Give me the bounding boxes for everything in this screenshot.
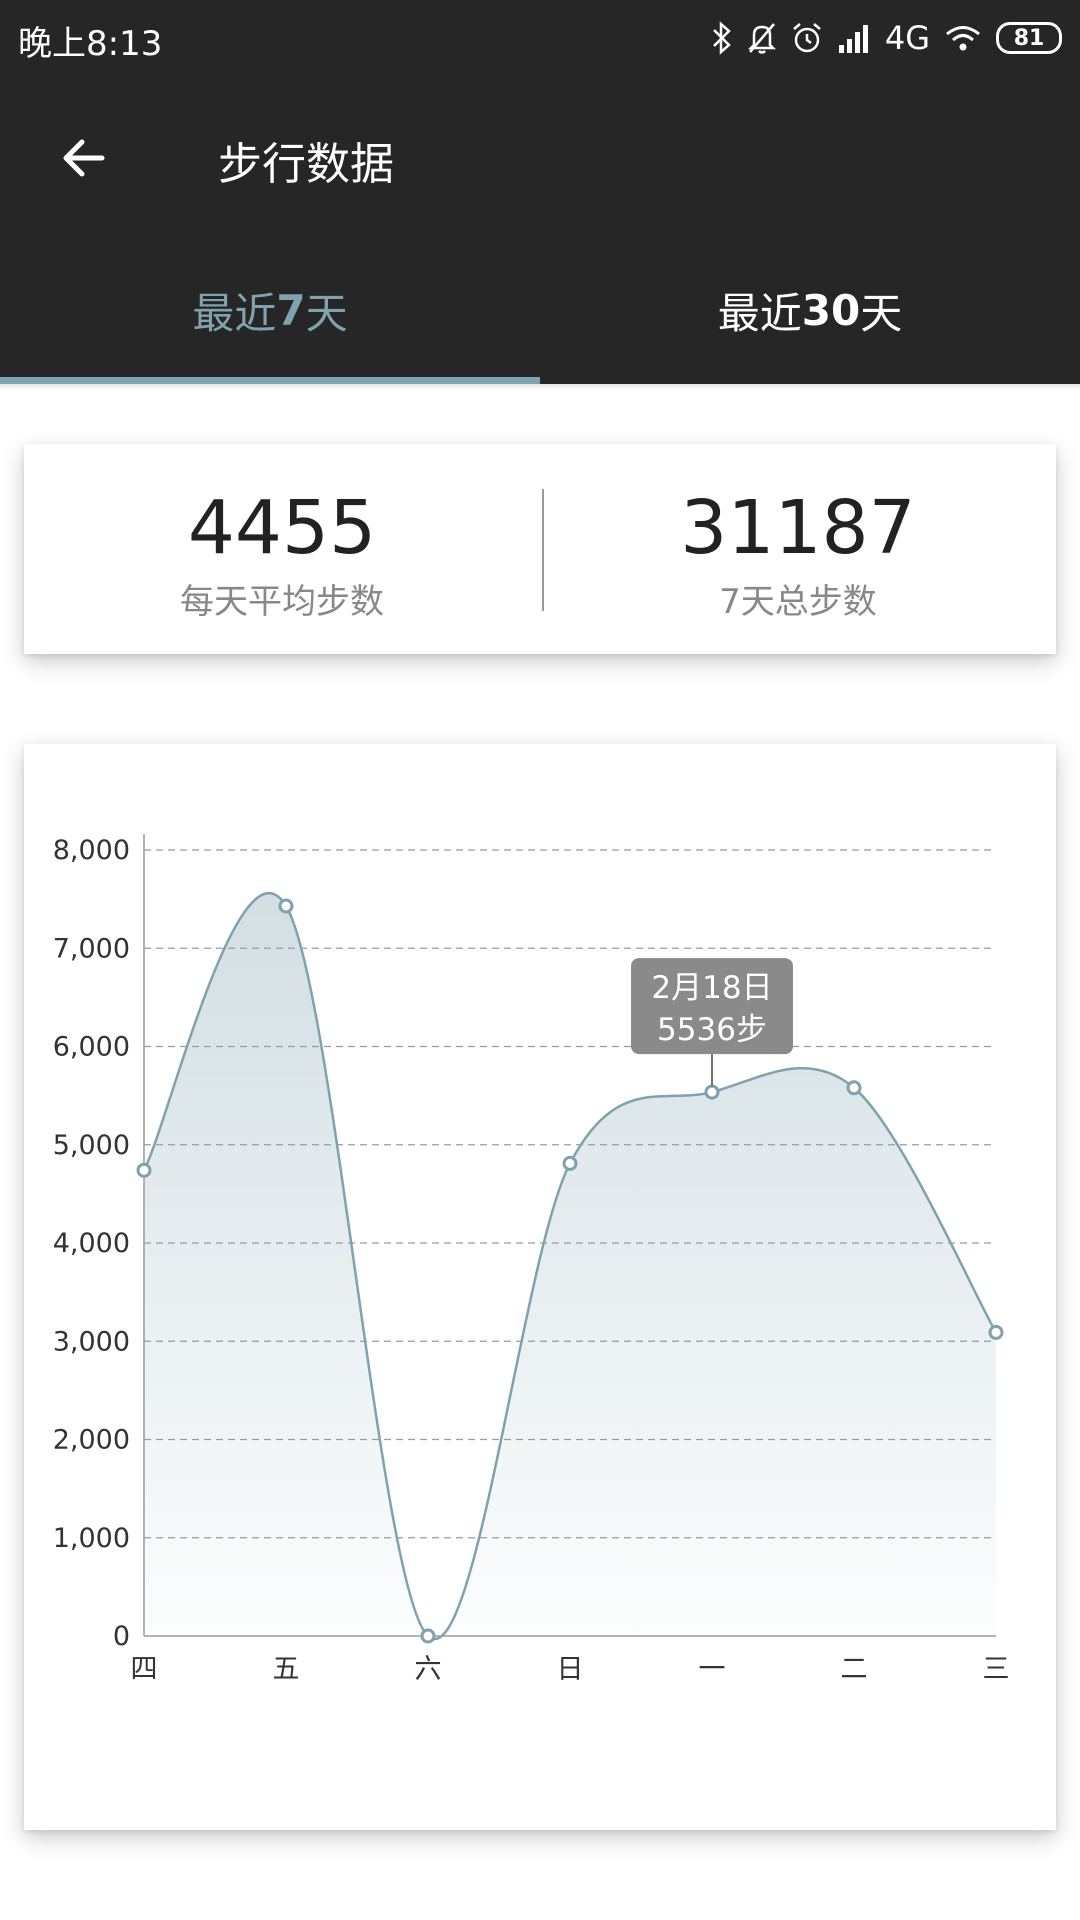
x-tick-label: 日 [557,1654,584,1685]
data-point [562,1155,578,1171]
data-point [988,1324,1004,1340]
tab-label-prefix: 最近 [717,288,802,338]
battery-icon: 81 [996,22,1062,54]
tab-last-30-days[interactable]: 最近 30 天 [540,236,1080,384]
y-tick-label: 6,000 [53,1032,130,1063]
average-steps-label: 每天平均步数 [180,582,384,622]
x-tick-label: 二 [841,1654,868,1685]
tab-label-suffix: 天 [305,288,348,338]
network-type: 4G [884,19,930,57]
status-icons: 4G 81 [711,14,1062,62]
arrow-left-icon [63,139,105,177]
data-point [846,1080,862,1096]
x-tick-label: 一 [699,1654,726,1685]
total-steps-value: 31187 [680,485,916,571]
wifi-icon [944,23,982,53]
x-tick-label: 六 [415,1654,442,1685]
bluetooth-icon [711,21,733,55]
tab-bar: 最近 7 天 最近 30 天 [0,236,1080,384]
tab-indicator [0,377,540,384]
y-tick-label: 2,000 [53,1425,130,1456]
tab-label-number: 30 [801,285,861,335]
y-tick-label: 7,000 [53,933,130,964]
data-point [704,1084,720,1100]
average-steps-value: 4455 [187,485,377,571]
x-tick-label: 四 [131,1654,158,1685]
total-steps-label: 7天总步数 [719,582,877,622]
y-tick-label: 8,000 [53,835,130,866]
y-tick-label: 4,000 [53,1228,130,1259]
series-area [144,893,996,1640]
chart-card: 0 1,000 2,000 3,000 4,000 5,000 6,000 7,000 8,00… [24,744,1056,1830]
steps-line-chart[interactable]: 0 1,000 2,000 3,000 4,000 5,000 6,000 7,000 8,00… [24,744,1056,1830]
tab-last-7-days[interactable]: 最近 7 天 [0,236,540,384]
y-tick-label: 1,000 [53,1523,130,1554]
y-tick-label: 5,000 [53,1130,130,1161]
tooltip-date: 2月18日 [651,970,772,1006]
tab-label-prefix: 最近 [192,288,277,338]
tab-label-suffix: 天 [860,288,903,338]
data-point [278,898,294,914]
back-button[interactable] [52,126,116,190]
tab-label-number: 7 [276,285,306,335]
status-time: 晚上8:13 [18,24,163,64]
summary-card: 4455 每天平均步数 31187 7天总步数 [24,444,1056,654]
total-steps-stat: 31187 7天总步数 [540,444,1056,654]
tooltip-steps: 5536步 [657,1012,767,1048]
data-point [420,1628,436,1644]
status-bar: 晚上8:13 4G 81 [0,0,1080,76]
signal-icon [837,21,871,55]
average-steps-stat: 4455 每天平均步数 [24,444,540,654]
alarm-icon [791,21,823,55]
y-tick-label: 3,000 [53,1326,130,1357]
bell-off-icon [747,21,777,55]
page-title: 步行数据 [218,139,394,190]
y-tick-label: 0 [113,1621,130,1652]
x-tick-label: 五 [273,1654,300,1685]
data-point [136,1162,152,1178]
x-tick-label: 三 [983,1654,1010,1685]
divider [0,384,1080,390]
app-bar: 步行数据 [0,76,1080,236]
